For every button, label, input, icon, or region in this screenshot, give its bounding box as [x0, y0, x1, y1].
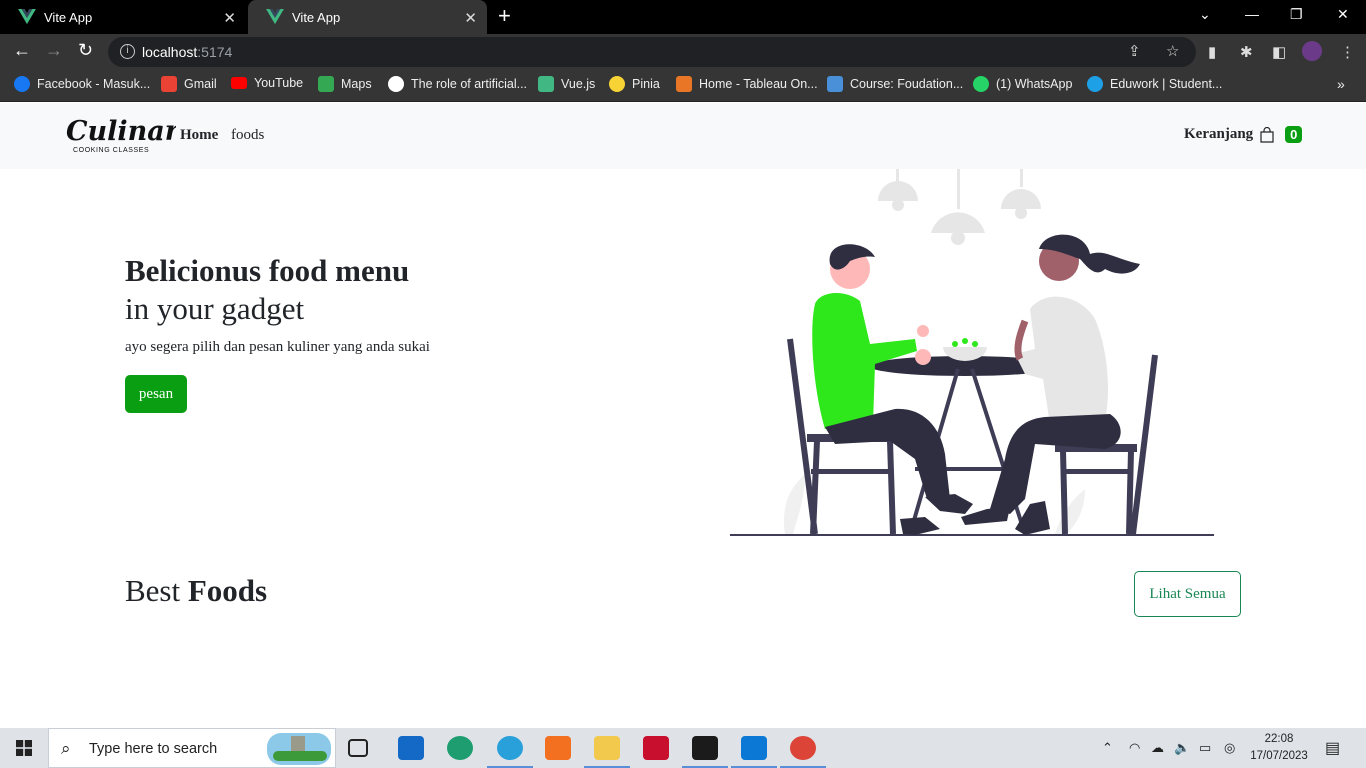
hero-illustration [730, 169, 1214, 536]
bookmark-item[interactable]: Vue.js [538, 76, 595, 92]
brand-logo[interactable]: Culinary COOKING CLASSES [64, 113, 197, 154]
meet-now-icon[interactable]: ◎ [1224, 740, 1235, 756]
close-tab-icon[interactable]: ✕ [464, 9, 477, 27]
wifi-icon[interactable]: ◠ [1129, 740, 1140, 756]
task-view-icon[interactable] [348, 739, 368, 757]
battery-icon[interactable]: ▭ [1199, 740, 1211, 756]
forward-icon[interactable]: → [45, 40, 63, 61]
address-bar[interactable]: i localhost:5174 ⇪ ☆ [108, 37, 1196, 67]
close-tab-icon[interactable]: ✕ [223, 9, 236, 27]
shopping-bag-icon [1260, 126, 1274, 143]
onedrive-icon[interactable]: ☁ [1151, 740, 1164, 756]
search-icon: ⌕ [61, 739, 71, 758]
minimize-icon[interactable]: — [1245, 6, 1259, 22]
cart-count-badge: 0 [1285, 126, 1303, 143]
notifications-icon[interactable]: ▤ [1325, 738, 1340, 758]
more-bookmarks-icon[interactable]: » [1337, 76, 1345, 92]
extensions-puzzle-icon[interactable]: ✱ [1240, 43, 1253, 61]
hero-text: ayo segera pilih dan pesan kuliner yang … [125, 339, 430, 355]
order-button[interactable]: pesan [125, 375, 187, 413]
new-tab-icon[interactable]: + [498, 5, 511, 27]
youtube-icon [231, 77, 247, 89]
facebook-icon [14, 76, 30, 92]
bookmark-item[interactable]: Pinia [609, 76, 660, 92]
profile-avatar[interactable] [1302, 41, 1322, 61]
terminal-icon[interactable] [682, 736, 728, 768]
back-icon[interactable]: ← [13, 40, 31, 61]
extension-doc-icon[interactable]: ▮ [1208, 43, 1216, 61]
best-foods-title: Best Foods [125, 573, 268, 608]
vue-icon [538, 76, 554, 92]
tab-search-icon[interactable]: ⌄ [1199, 6, 1211, 23]
svg-text:Culinary: Culinary [66, 116, 176, 147]
url-text: localhost:5174 [142, 44, 233, 60]
site-info-icon[interactable]: i [120, 44, 135, 59]
tab-title: Vite App [292, 9, 341, 25]
clock-time: 22:08 [1264, 733, 1294, 745]
xampp-icon[interactable] [545, 736, 571, 760]
svg-text:COOKING CLASSES: COOKING CLASSES [73, 147, 149, 154]
bookmark-star-icon[interactable]: ☆ [1166, 42, 1179, 60]
bookmark-item[interactable]: Eduwork | Student... [1087, 76, 1222, 92]
volume-icon[interactable]: 🔈 [1174, 740, 1190, 756]
pinia-icon [609, 76, 625, 92]
navbar: Culinary COOKING CLASSES Home foods Kera… [0, 103, 1366, 169]
bookmark-item[interactable]: The role of artificial... [388, 76, 527, 92]
view-all-button[interactable]: Lihat Semua [1134, 571, 1241, 617]
cart-link[interactable]: Keranjang 0 [1184, 126, 1303, 143]
close-window-icon[interactable]: ✕ [1337, 6, 1349, 23]
cart-label: Keranjang [1184, 126, 1254, 142]
share-icon[interactable]: ⇪ [1128, 42, 1141, 60]
bookmark-item[interactable]: Maps [318, 76, 372, 92]
browser-tab-strip: Vite App ✕ Vite App ✕ + ⌄ — ❐ ✕ [0, 0, 1366, 34]
tab-title: Vite App [44, 9, 93, 25]
bookmark-item[interactable]: (1) WhatsApp [973, 76, 1072, 92]
bookmark-item[interactable]: YouTube [231, 76, 303, 90]
vue-logo-icon [266, 9, 284, 25]
edge-icon[interactable] [447, 736, 473, 760]
gmail-icon [161, 76, 177, 92]
telegram-icon[interactable] [487, 736, 533, 768]
vscode-icon[interactable] [731, 736, 777, 768]
file-explorer-icon[interactable] [584, 736, 630, 768]
windows-start-icon[interactable] [16, 740, 32, 756]
bookmark-item[interactable]: Course: Foudation... [827, 76, 963, 92]
web-page: Culinary COOKING CLASSES Home foods Kera… [0, 103, 1366, 728]
hero-subtitle: in your gadget [125, 291, 305, 326]
whatsapp-icon [973, 76, 989, 92]
browser-toolbar: ← → ↻ i localhost:5174 ⇪ ☆ ▮ ✱ ◧ ⋮ [0, 34, 1366, 69]
ceiling-lamps [878, 169, 1041, 245]
eduwork-icon [1087, 76, 1103, 92]
taskbar: ⌕ Type here to search ⌃ ◠ ☁ 🔈 ▭ ◎ 22:08 … [0, 728, 1366, 768]
mail-app-icon[interactable] [398, 736, 424, 760]
vue-logo-icon [18, 9, 36, 25]
system-clock[interactable]: 22:08 17/07/2023 [1248, 731, 1310, 765]
search-highlight-image [267, 733, 331, 765]
show-hidden-icons-icon[interactable]: ⌃ [1102, 740, 1113, 756]
nav-foods-link[interactable]: foods [231, 127, 264, 144]
bookmark-item[interactable]: Home - Tableau On... [676, 76, 818, 92]
chrome-icon[interactable] [780, 736, 826, 768]
course-icon [827, 76, 843, 92]
restore-icon[interactable]: ❐ [1290, 6, 1303, 23]
hero-title: Belicionus food menu [125, 253, 410, 288]
tableau-icon [676, 76, 692, 92]
browser-menu-icon[interactable]: ⋮ [1340, 43, 1355, 61]
reload-icon[interactable]: ↻ [78, 40, 93, 61]
notion-icon [388, 76, 404, 92]
acrobat-icon[interactable] [643, 736, 669, 760]
browser-tab[interactable]: Vite App ✕ [0, 0, 246, 34]
bookmarks-bar: Facebook - Masuk... Gmail YouTube Maps T… [0, 69, 1366, 102]
maps-icon [318, 76, 334, 92]
side-panel-icon[interactable]: ◧ [1272, 43, 1286, 61]
bookmark-item[interactable]: Facebook - Masuk... [14, 76, 150, 92]
browser-tab-active[interactable]: Vite App ✕ [248, 0, 487, 34]
clock-date: 17/07/2023 [1250, 750, 1308, 762]
taskbar-search[interactable]: ⌕ Type here to search [48, 728, 336, 768]
search-placeholder: Type here to search [89, 741, 218, 757]
nav-home-link[interactable]: Home [180, 127, 218, 144]
bookmark-item[interactable]: Gmail [161, 76, 217, 92]
